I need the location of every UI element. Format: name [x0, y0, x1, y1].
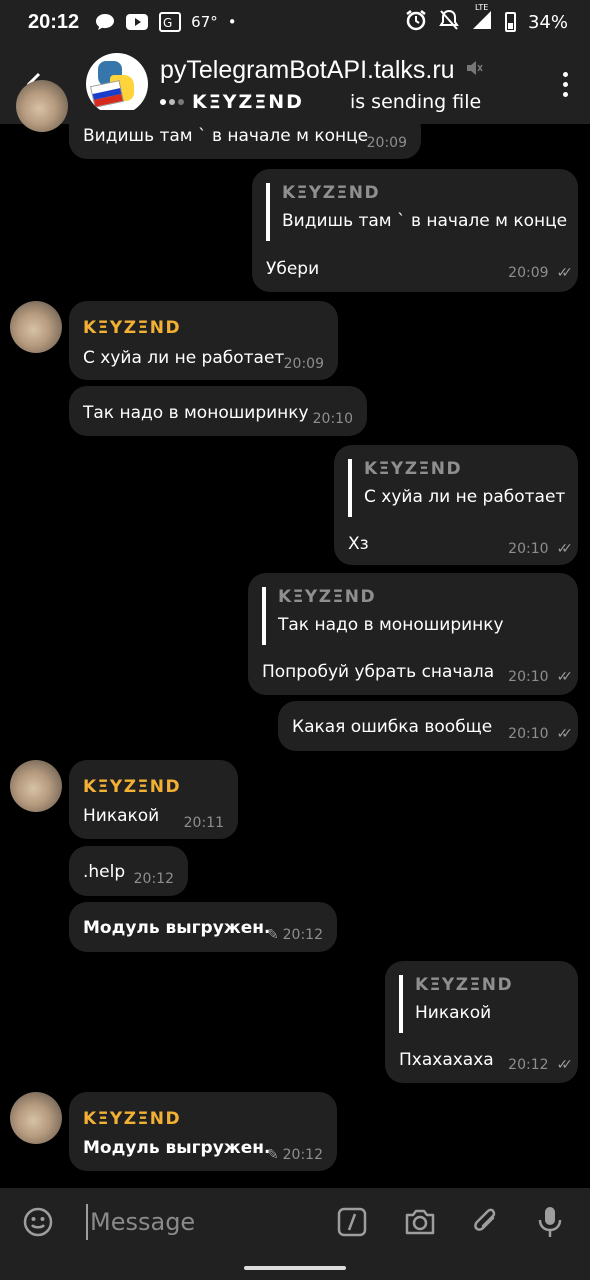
dot-icon: • [227, 13, 237, 31]
network-type: LTE [474, 2, 489, 12]
message-text: Модуль выгружен. [83, 918, 271, 938]
message-incoming[interactable]: KΞYZΞND Модуль выгружен. ✎ 20:12 [69, 1092, 337, 1171]
message-time: 20:10 [312, 411, 353, 427]
message-time: 20:10 [508, 541, 549, 557]
message-incoming[interactable]: Так надо в моноширинку 20:10 [69, 386, 367, 436]
reply-quote[interactable]: KΞYZΞND С хуйа ли не работает [348, 459, 565, 517]
status-bar: 20:12 G 67° • LTE 34% [0, 0, 590, 44]
commands-button[interactable] [332, 1202, 372, 1242]
avatar[interactable] [10, 1092, 62, 1144]
message-incoming[interactable]: Модуль выгружен. ✎ 20:12 [69, 902, 337, 952]
chat-title: pyTelegramBotAPI.talks.ru [160, 55, 455, 84]
double-check-icon: ✓✓ [556, 726, 574, 742]
alarm-icon [405, 9, 427, 36]
message-composer [0, 1188, 590, 1280]
microphone-icon [538, 1207, 562, 1237]
message-time: 20:10 [508, 669, 549, 685]
message-time: 20:09 [366, 135, 407, 151]
quote-sender: KΞYZΞND [282, 183, 381, 203]
double-check-icon: ✓✓ [556, 541, 574, 557]
avatar[interactable] [10, 760, 62, 812]
message-text: Хз [348, 534, 369, 554]
quote-text: С хуйа ли не работает [364, 487, 566, 507]
message-time: 20:12 [282, 1147, 323, 1163]
message-input[interactable] [86, 1204, 316, 1240]
message-time: 20:12 [282, 927, 323, 943]
avatar[interactable] [10, 301, 62, 353]
message-time: 20:12 [508, 1057, 549, 1073]
message-outgoing[interactable]: KΞYZΞND Так надо в моноширинку Попробуй … [248, 573, 578, 695]
message-text: Так надо в моноширинку [83, 403, 309, 423]
chat-info[interactable]: pyTelegramBotAPI.talks.ru KΞYZΞND is sen… [160, 56, 540, 113]
message-time: 20:10 [508, 726, 549, 742]
quote-text: Так надо в моноширинку [278, 615, 504, 635]
status-time: 20:12 [28, 10, 80, 33]
message-text: Видишь там ` в начале м конце [83, 126, 369, 146]
quote-text: Видишь там ` в начале м конце [282, 211, 568, 231]
quote-sender: KΞYZΞND [415, 975, 514, 995]
message-sender: KΞYZΞND [83, 777, 182, 797]
double-check-icon: ✓✓ [556, 669, 574, 685]
message-incoming[interactable]: Видишь там ` в начале м конце 20:09 [69, 110, 421, 159]
message-incoming[interactable]: KΞYZΞND С хуйа ли не работает 20:09 [69, 301, 338, 380]
message-outgoing[interactable]: KΞYZΞND Видишь там ` в начале м конце Уб… [252, 169, 578, 292]
reply-quote[interactable]: KΞYZΞND Видишь там ` в начале м конце [266, 183, 567, 241]
dnd-bell-off-icon [439, 9, 459, 36]
voice-button[interactable] [530, 1202, 570, 1242]
edited-pencil-icon: ✎ [266, 1147, 279, 1163]
battery-level: 34% [527, 11, 568, 33]
double-check-icon: ✓✓ [556, 265, 574, 281]
slash-command-icon [337, 1207, 367, 1237]
message-text: Убери [266, 259, 320, 279]
message-text: Никакой [83, 806, 160, 826]
double-check-icon: ✓✓ [556, 1057, 574, 1073]
quote-sender: KΞYZΞND [364, 459, 463, 479]
message-sender: KΞYZΞND [83, 318, 182, 338]
message-text: Какая ошибка вообще [292, 717, 493, 737]
menu-button[interactable] [540, 44, 590, 124]
russian-flag-icon [90, 80, 124, 108]
message-text: С хуйа ли не работает [83, 348, 285, 368]
message-time: 20:09 [508, 265, 549, 281]
message-time: 20:09 [283, 356, 324, 372]
status-temp: 67° [191, 13, 218, 31]
signal-icon: LTE [471, 3, 493, 36]
battery-icon [504, 12, 516, 32]
message-text: Попробуй убрать сначала [262, 662, 495, 682]
message-outgoing[interactable]: KΞYZΞND Никакой Пхахахаха 20:12 ✓✓ [385, 961, 578, 1083]
chat-bubble-icon [95, 13, 115, 31]
message-text: Модуль выгружен. [83, 1138, 271, 1158]
message-text: .help [83, 862, 126, 882]
message-incoming[interactable]: KΞYZΞND Никакой 20:11 [69, 760, 238, 839]
translate-icon: G [159, 12, 182, 32]
message-sender: KΞYZΞND [83, 1109, 182, 1129]
message-text: Пхахахаха [399, 1050, 494, 1070]
message-time: 20:12 [133, 871, 174, 887]
youtube-icon [125, 13, 149, 31]
edited-pencil-icon: ✎ [266, 927, 279, 943]
chat-avatar[interactable] [86, 53, 148, 115]
sending-animation-icon [160, 98, 184, 105]
message-time: 20:11 [183, 815, 224, 831]
camera-icon [405, 1209, 435, 1235]
avatar[interactable] [16, 80, 68, 132]
home-indicator[interactable] [244, 1266, 346, 1270]
paperclip-icon [474, 1208, 496, 1231]
attach-button[interactable] [466, 1202, 506, 1242]
quote-text: Никакой [415, 1003, 492, 1023]
message-outgoing[interactable]: Какая ошибка вообще 20:10 ✓✓ [278, 701, 578, 751]
reply-quote[interactable]: KΞYZΞND Никакой [399, 975, 513, 1033]
emoji-button[interactable] [18, 1202, 58, 1242]
camera-button[interactable] [400, 1202, 440, 1242]
quote-sender: KΞYZΞND [278, 587, 377, 607]
emoji-icon [23, 1207, 53, 1237]
muted-speaker-icon [465, 59, 483, 82]
reply-quote[interactable]: KΞYZΞND Так надо в моноширинку [262, 587, 504, 645]
message-incoming[interactable]: .help 20:12 [69, 846, 188, 896]
message-outgoing[interactable]: KΞYZΞND С хуйа ли не работает Хз 20:10 ✓✓ [334, 445, 578, 565]
svg-text:G: G [163, 16, 172, 30]
